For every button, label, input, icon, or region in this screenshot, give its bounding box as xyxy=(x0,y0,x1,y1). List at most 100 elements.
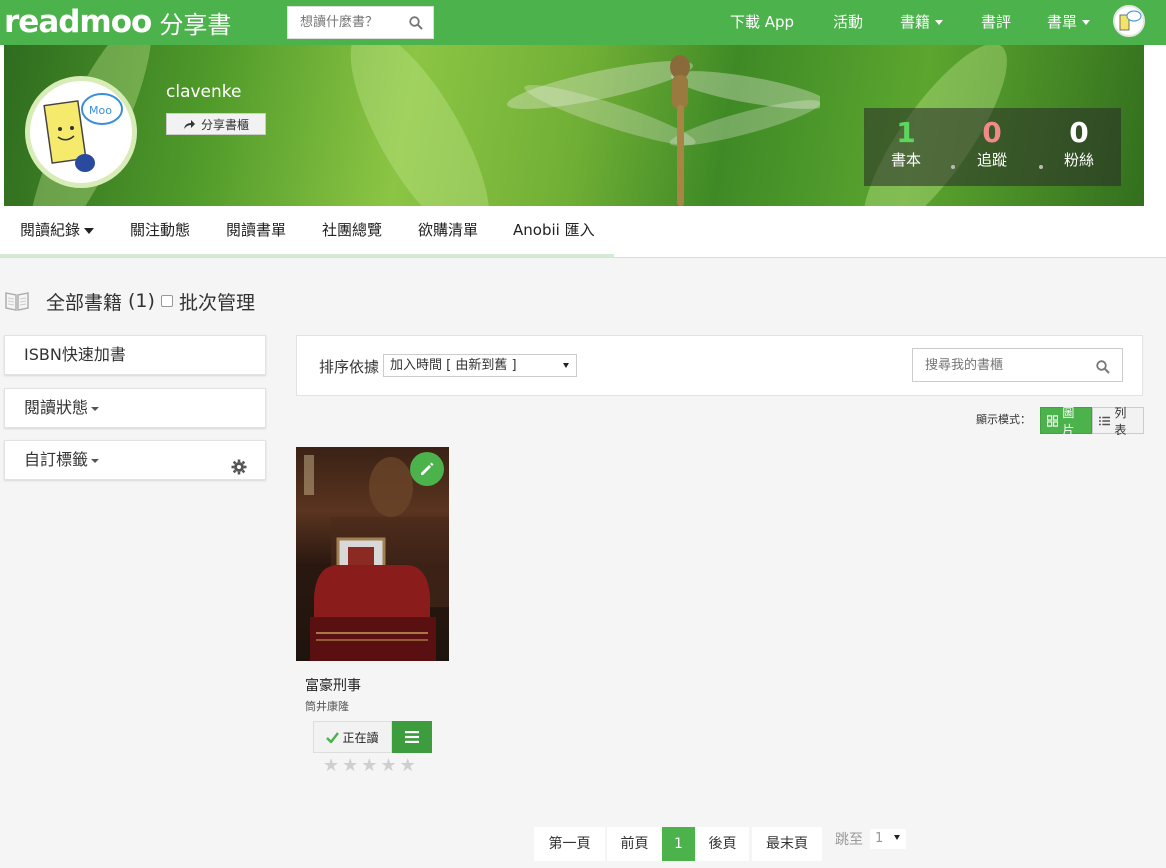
book-count: (1) xyxy=(128,290,155,312)
reading-status-filter[interactable]: 閱讀狀態 xyxy=(4,388,266,428)
tab-follow-feed[interactable]: 關注動態 xyxy=(130,206,190,254)
reading-status-label: 閱讀狀態 xyxy=(24,398,89,417)
custom-tags-label: 自訂標籤 xyxy=(24,450,89,469)
view-grid-button[interactable]: 圖片 xyxy=(1040,406,1092,437)
tab-reading-records-label: 閱讀紀錄 xyxy=(20,221,81,239)
banner-right-edge xyxy=(1144,45,1166,206)
isbn-quick-add-button[interactable]: ISBN快速加書 xyxy=(4,335,266,375)
shelf-search-input[interactable] xyxy=(913,349,1083,381)
view-list-label: 列表 xyxy=(1114,405,1127,437)
profile-avatar[interactable]: Moo xyxy=(25,76,137,188)
grid-icon xyxy=(1047,414,1059,427)
profile-banner: Moo clavenke 分享書櫃 1 書本 0 追蹤 0 粉絲 xyxy=(0,45,1166,206)
chevron-down-icon xyxy=(91,406,100,411)
book-title[interactable]: 富豪刑事 xyxy=(305,675,361,695)
stat-books-label: 書本 xyxy=(890,151,921,169)
share-shelf-button[interactable]: 分享書櫃 xyxy=(166,113,266,135)
batch-manage-label: 批次管理 xyxy=(178,291,255,314)
page-prev[interactable]: 前頁 xyxy=(607,827,662,861)
grass-blade xyxy=(325,45,515,206)
custom-tags-filter[interactable]: 自訂標籤 xyxy=(4,440,266,480)
open-book-icon xyxy=(5,292,29,311)
user-avatar[interactable] xyxy=(1113,5,1145,37)
profile-subnav: 閱讀紀錄 關注動態 閱讀書單 社團總覽 欲購清單 Anobii 匯入 xyxy=(0,206,1166,258)
pencil-icon xyxy=(421,462,434,475)
tab-anobii-import[interactable]: Anobii 匯入 xyxy=(513,206,595,254)
username: clavenke xyxy=(166,82,242,102)
edit-book-button[interactable] xyxy=(410,452,444,486)
active-tab-indicator xyxy=(0,254,614,257)
shelf-heading: 全部書籍 (1) 批次管理 xyxy=(4,285,255,317)
sort-toolbar: 排序依據 加入時間 [ 由新到舊 ] xyxy=(296,335,1143,396)
list-icon xyxy=(1099,416,1111,425)
search-icon[interactable] xyxy=(1096,359,1110,378)
check-icon xyxy=(326,731,340,743)
global-search-input[interactable] xyxy=(288,7,400,38)
global-search xyxy=(287,6,434,39)
tab-reading-records[interactable]: 閱讀紀錄 xyxy=(20,206,95,254)
stat-following-label: 追蹤 xyxy=(976,151,1007,169)
view-mode-label: 顯示模式： xyxy=(976,413,1031,426)
book-menu-button[interactable] xyxy=(392,721,432,753)
stat-books[interactable]: 1 書本 xyxy=(866,116,946,170)
jump-to-select[interactable]: 1 xyxy=(870,829,906,849)
nav-books[interactable]: 書籍 xyxy=(900,0,944,45)
jump-to-value: 1 xyxy=(875,831,884,846)
profile-stats: 1 書本 0 追蹤 0 粉絲 xyxy=(864,108,1121,186)
chevron-down-icon xyxy=(91,458,100,463)
search-icon[interactable] xyxy=(409,15,423,34)
book-author[interactable]: 筒井康隆 xyxy=(305,698,349,714)
sort-label: 排序依據 xyxy=(319,358,380,376)
tab-reading-lists[interactable]: 閱讀書單 xyxy=(226,206,286,254)
share-shelf-label: 分享書櫃 xyxy=(200,117,249,132)
view-list-button[interactable]: 列表 xyxy=(1092,406,1144,437)
stat-books-value: 1 xyxy=(896,116,916,149)
page-title: 全部書籍 xyxy=(46,291,123,314)
logo-wordmark: readmoo xyxy=(4,4,152,40)
view-grid-label: 圖片 xyxy=(1062,405,1075,437)
reading-status-button[interactable]: 正在讀 xyxy=(313,721,392,753)
banner-left-edge xyxy=(0,45,4,206)
nav-booklists[interactable]: 書單 xyxy=(1047,0,1091,45)
page-first[interactable]: 第一頁 xyxy=(534,827,605,861)
star-icon[interactable]: ★ xyxy=(380,757,396,775)
hamburger-icon xyxy=(405,731,419,743)
tab-groups[interactable]: 社團總覽 xyxy=(322,206,382,254)
logo-subtitle: 分享書 xyxy=(159,10,232,39)
avatar-bubble-text: Moo xyxy=(89,104,112,117)
star-icon[interactable]: ★ xyxy=(342,757,358,775)
reading-status-value: 正在讀 xyxy=(342,730,379,745)
chevron-down-icon xyxy=(935,20,944,25)
share-icon xyxy=(183,119,195,129)
star-icon[interactable]: ★ xyxy=(323,757,339,775)
dropdown-arrow-icon xyxy=(563,363,569,368)
star-icon[interactable]: ★ xyxy=(400,757,416,775)
batch-manage-toggle[interactable]: 批次管理 xyxy=(160,288,255,315)
stat-followers[interactable]: 0 粉絲 xyxy=(1039,116,1119,170)
page-current[interactable]: 1 xyxy=(662,827,695,861)
jump-to-label: 跳至 xyxy=(835,832,863,848)
tab-wishlist[interactable]: 欲購清單 xyxy=(418,206,478,254)
stat-following[interactable]: 0 追蹤 xyxy=(952,116,1032,170)
nav-events[interactable]: 活動 xyxy=(833,0,863,45)
sort-select-value: 加入時間 [ 由新到舊 ] xyxy=(390,358,517,373)
stat-followers-label: 粉絲 xyxy=(1063,151,1094,169)
dropdown-arrow-icon xyxy=(894,835,900,840)
readmoo-logo[interactable]: readmoo 分享書 xyxy=(4,4,231,40)
sort-select[interactable]: 加入時間 [ 由新到舊 ] xyxy=(383,354,577,377)
chevron-down-icon xyxy=(1082,20,1091,25)
dragonfly-image xyxy=(507,55,820,206)
star-icon[interactable]: ★ xyxy=(361,757,377,775)
stat-followers-value: 0 xyxy=(1069,116,1089,149)
chevron-down-icon xyxy=(84,227,95,234)
batch-manage-checkbox[interactable] xyxy=(160,295,173,307)
nav-download-app[interactable]: 下載 App xyxy=(730,0,794,45)
page-next[interactable]: 後頁 xyxy=(696,827,749,861)
top-navbar: readmoo 分享書 下載 App 活動 書籍 書評 書單 xyxy=(0,0,1166,45)
page-last[interactable]: 最末頁 xyxy=(752,827,822,861)
gear-icon[interactable] xyxy=(231,451,247,489)
shelf-search xyxy=(912,348,1123,382)
stat-following-value: 0 xyxy=(982,116,1002,149)
nav-reviews[interactable]: 書評 xyxy=(981,0,1011,45)
nav-books-label: 書籍 xyxy=(900,13,931,31)
